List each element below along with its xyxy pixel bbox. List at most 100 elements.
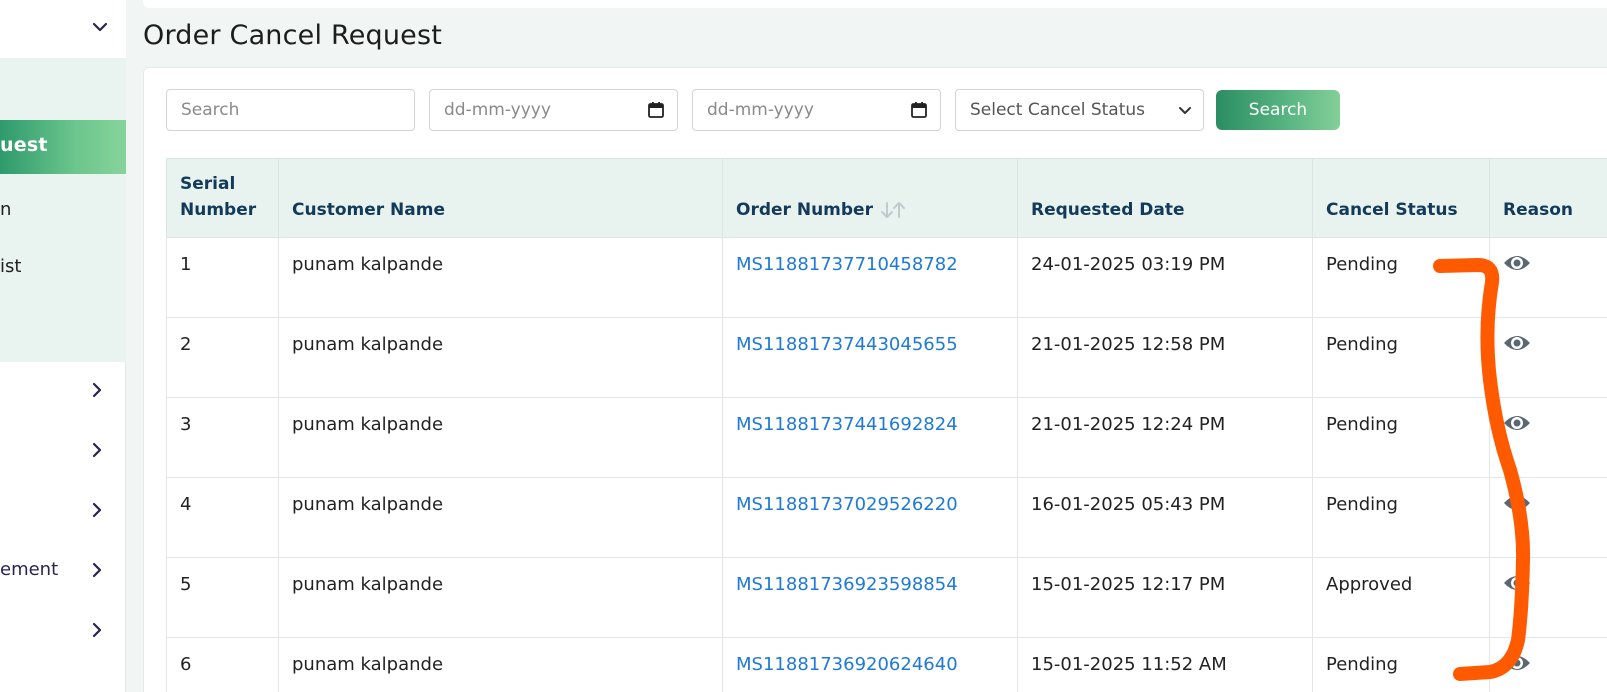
requested-date-cell: 15-01-2025 11:52 AM [1031, 654, 1227, 675]
cancel-status-cell: Pending [1326, 254, 1398, 275]
sidebar-nav-item[interactable] [0, 375, 126, 405]
sidebar-section-header[interactable] [0, 0, 126, 58]
eye-icon[interactable] [1503, 652, 1531, 674]
eye-icon[interactable] [1503, 252, 1531, 274]
serial-cell-container: 5 [167, 558, 279, 638]
from-date-placeholder: dd-mm-yyyy [444, 100, 551, 120]
customer-name-cell-container: punam kalpande [279, 478, 723, 558]
sidebar-subitem-label[interactable]: n [0, 199, 11, 220]
column-header-serial[interactable]: Serial Number [167, 159, 279, 239]
calendar-icon[interactable] [647, 101, 665, 119]
search-input[interactable]: Search [166, 89, 415, 131]
cancel-status-cell-container: Pending [1313, 478, 1490, 558]
cancel-status-header-label: Cancel Status [1326, 200, 1458, 220]
chevron-right-icon [92, 442, 102, 458]
serial-cell: 2 [180, 334, 192, 355]
to-date-placeholder: dd-mm-yyyy [707, 100, 814, 120]
sidebar-subitem-label[interactable]: ist [0, 256, 21, 277]
eye-icon[interactable] [1503, 332, 1531, 354]
sidebar-item-active[interactable]: uest [0, 120, 126, 174]
page-title: Order Cancel Request [143, 20, 443, 51]
serial-cell: 1 [180, 254, 192, 275]
sidebar-submenu: n ist [0, 58, 126, 362]
cancel-status-cell-container: Approved [1313, 558, 1490, 638]
column-header-customer[interactable]: Customer Name [279, 159, 723, 239]
order-number-link[interactable]: MS11881736920624640 [736, 654, 958, 675]
sidebar-nav-item[interactable] [0, 495, 126, 525]
column-header-reason[interactable]: Reason [1490, 159, 1607, 239]
serial-cell: 5 [180, 574, 192, 595]
order-number-link[interactable]: MS11881737441692824 [736, 414, 958, 435]
requested-date-cell-container: 15-01-2025 12:17 PM [1018, 558, 1313, 638]
order-number-link[interactable]: MS11881736923598854 [736, 574, 958, 595]
requested-date-cell-container: 15-01-2025 11:52 AM [1018, 638, 1313, 692]
serial-cell-container: 4 [167, 478, 279, 558]
sidebar-nav-item[interactable] [0, 615, 126, 645]
serial-cell-container: 6 [167, 638, 279, 692]
requested-date-cell: 24-01-2025 03:19 PM [1031, 254, 1226, 275]
customer-name-cell: punam kalpande [292, 254, 444, 275]
order-number-link[interactable]: MS11881737710458782 [736, 254, 958, 275]
chevron-right-icon [92, 562, 102, 578]
top-bar [143, 0, 1607, 8]
cancel-status-cell-container: Pending [1313, 398, 1490, 478]
reason-cell [1490, 398, 1607, 478]
requested-date-cell: 16-01-2025 05:43 PM [1031, 494, 1226, 515]
chevron-right-icon [92, 502, 102, 518]
requested-date-cell-container: 16-01-2025 05:43 PM [1018, 478, 1313, 558]
sidebar-nav-item[interactable] [0, 435, 126, 465]
search-placeholder: Search [181, 100, 240, 120]
chevron-down-icon [1179, 107, 1191, 114]
from-date-input[interactable]: dd-mm-yyyy [429, 89, 678, 131]
requested-date-cell: 15-01-2025 12:17 PM [1031, 574, 1226, 595]
column-header-requested-date[interactable]: Requested Date [1018, 159, 1313, 239]
serial-cell-container: 1 [167, 238, 279, 318]
order-number-link[interactable]: MS11881737443045655 [736, 334, 958, 355]
serial-cell: 3 [180, 414, 192, 435]
customer-name-cell-container: punam kalpande [279, 318, 723, 398]
serial-header-line1: Serial [180, 174, 236, 194]
requested-date-cell: 21-01-2025 12:24 PM [1031, 414, 1226, 435]
customer-name-cell-container: punam kalpande [279, 398, 723, 478]
sidebar-nav-label: ement [0, 559, 59, 580]
order-number-link[interactable]: MS11881737029526220 [736, 494, 958, 515]
sort-icon[interactable] [879, 201, 907, 219]
cancel-status-cell: Approved [1326, 574, 1413, 595]
reason-cell [1490, 238, 1607, 318]
chevron-down-icon[interactable] [90, 17, 110, 37]
column-header-order[interactable]: Order Number [723, 159, 1018, 239]
cancel-status-cell: Pending [1326, 654, 1398, 675]
reason-cell [1490, 558, 1607, 638]
order-number-container: MS11881737029526220 [723, 478, 1018, 558]
column-header-cancel-status[interactable]: Cancel Status [1313, 159, 1490, 239]
serial-cell-container: 3 [167, 398, 279, 478]
cancel-status-cell-container: Pending [1313, 638, 1490, 692]
order-number-container: MS11881736920624640 [723, 638, 1018, 692]
order-number-container: MS11881737710458782 [723, 238, 1018, 318]
search-button[interactable]: Search [1216, 90, 1340, 130]
table-row: 2 punam kalpande MS11881737443045655 21-01-… [166, 318, 1607, 398]
calendar-icon[interactable] [910, 101, 928, 119]
cancel-status-select[interactable]: Select Cancel Status [955, 89, 1204, 131]
table-row: 5 punam kalpande MS11881736923598854 15-01-… [166, 558, 1607, 638]
cancel-status-cell: Pending [1326, 494, 1398, 515]
reason-cell [1490, 478, 1607, 558]
eye-icon[interactable] [1503, 412, 1531, 434]
serial-cell: 4 [180, 494, 192, 515]
reason-header-label: Reason [1503, 200, 1573, 220]
customer-name-cell: punam kalpande [292, 494, 444, 515]
to-date-input[interactable]: dd-mm-yyyy [692, 89, 941, 131]
eye-icon[interactable] [1503, 492, 1531, 514]
cancel-status-cell: Pending [1326, 414, 1398, 435]
cancel-status-cell-container: Pending [1313, 238, 1490, 318]
sidebar-nav-item[interactable]: ement [0, 555, 126, 585]
chevron-right-icon [92, 382, 102, 398]
table-row: 3 punam kalpande MS11881737441692824 21-01-… [166, 398, 1607, 478]
order-number-container: MS11881737443045655 [723, 318, 1018, 398]
eye-icon[interactable] [1503, 572, 1531, 594]
sidebar-item-active-label: uest [0, 134, 48, 156]
table-header: Serial Number Customer Name Order Number … [166, 158, 1607, 239]
cancel-status-select-label: Select Cancel Status [970, 100, 1146, 120]
customer-name-cell-container: punam kalpande [279, 238, 723, 318]
order-number-container: MS11881736923598854 [723, 558, 1018, 638]
